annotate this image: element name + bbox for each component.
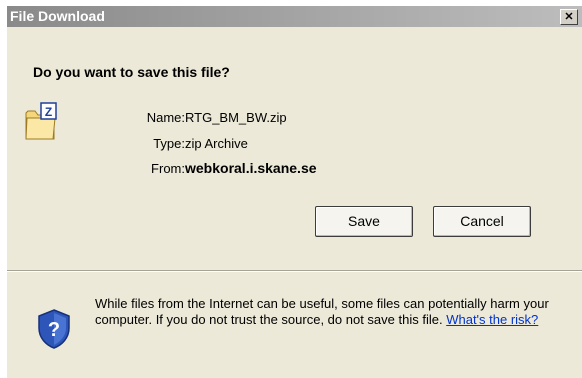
type-label: Type: — [153, 136, 185, 151]
cancel-button[interactable]: Cancel — [433, 206, 531, 237]
warning-panel: ? While files from the Internet can be u… — [7, 272, 582, 378]
name-label: Name: — [146, 110, 185, 125]
whats-the-risk-link[interactable]: What's the risk? — [446, 312, 538, 327]
main-panel: Do you want to save this file? Z Name: R… — [7, 27, 582, 270]
close-icon: ✕ — [564, 11, 574, 23]
zip-letter: Z — [45, 105, 52, 119]
zip-folder-icon: Z — [25, 102, 57, 140]
window-title: File Download — [10, 8, 105, 24]
from-label: From: — [151, 161, 185, 176]
svg-text:?: ? — [48, 319, 60, 341]
title-bar[interactable]: File Download ✕ — [7, 6, 582, 27]
file-type-value: zip Archive — [185, 136, 248, 151]
save-question: Do you want to save this file? — [33, 64, 230, 80]
save-button[interactable]: Save — [315, 206, 413, 237]
close-button[interactable]: ✕ — [560, 9, 578, 25]
shield-question-icon: ? — [38, 309, 70, 349]
file-source-value: webkoral.i.skane.se — [185, 160, 317, 176]
file-name-value: RTG_BM_BW.zip — [185, 110, 287, 125]
warning-text: While files from the Internet can be use… — [95, 296, 565, 328]
file-download-dialog: File Download ✕ Do you want to save this… — [7, 6, 582, 378]
